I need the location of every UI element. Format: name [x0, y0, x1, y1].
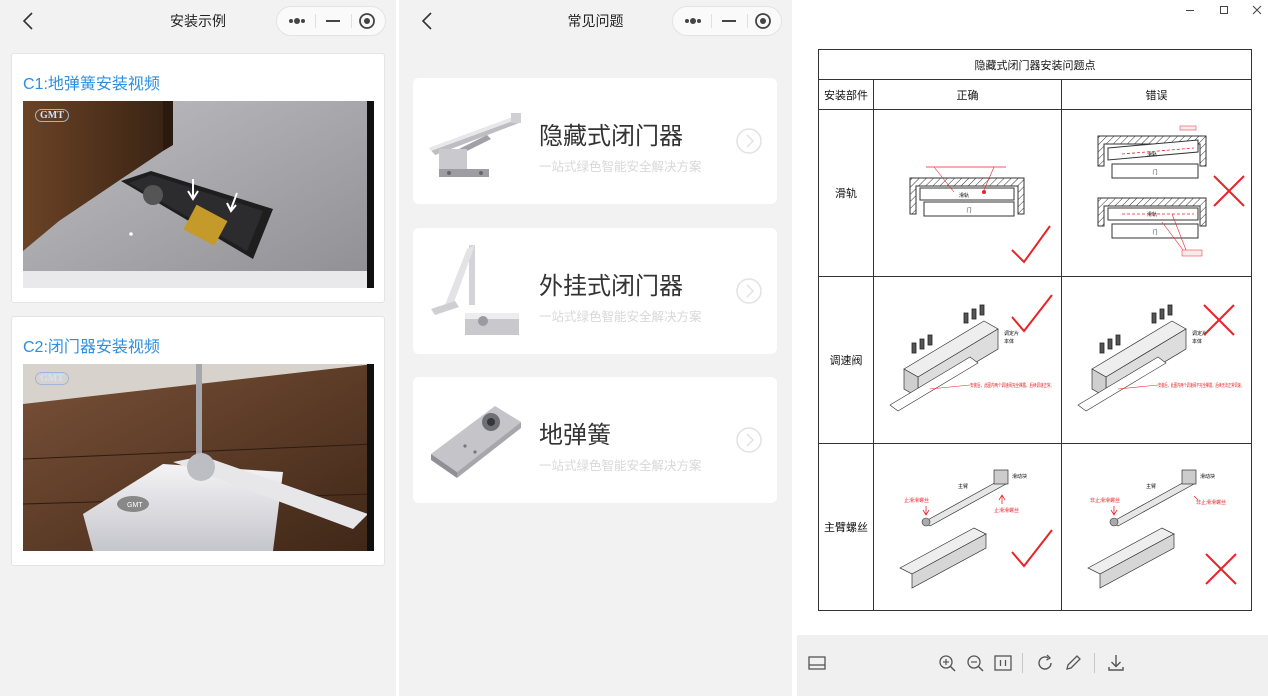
table-header-row: 安装部件 正确 错误 — [818, 79, 1252, 110]
zoom-out-icon[interactable] — [964, 652, 986, 674]
table-title: 隐藏式闭门器安装问题点 — [818, 49, 1252, 80]
arm-wrong-drawing: 主臂 滑动块 非止滑滑螺丝 非止滑滑螺丝 — [1087, 469, 1237, 589]
valve-wrong-drawing: 调定片 本体 安装后，此图内两个调速阀不完全裸露，后续无法正常调速。 — [1077, 304, 1244, 412]
minimize-icon[interactable] — [711, 7, 747, 35]
more-dots-icon[interactable] — [675, 7, 711, 35]
drawing-label: 非止滑滑螺丝 — [1196, 499, 1226, 506]
arm-correct-drawing: 主臂 滑动块 止滑滑螺丝 止滑滑螺丝 — [899, 469, 1053, 589]
table-row: 滑轨 滑轨 门 滑轨 门 滑轨 门 — [818, 109, 1252, 277]
close-target-icon[interactable] — [745, 7, 781, 35]
minimize-icon[interactable] — [315, 7, 351, 35]
product-card-concealed-closer[interactable]: 隐藏式闭门器 一站式绿色智能安全解决方案 — [413, 78, 777, 204]
close-target-icon[interactable] — [349, 7, 385, 35]
drawing-label: 滑轨 — [1147, 211, 1157, 218]
row-part-label: 滑轨 — [818, 109, 874, 277]
window-maximize-icon[interactable] — [1216, 2, 1232, 18]
drawing-label: 门 — [1152, 169, 1157, 176]
svg-text:GMT: GMT — [127, 502, 143, 509]
correct-drawing-cell: 主臂 滑动块 止滑滑螺丝 止滑滑螺丝 — [873, 443, 1062, 611]
faq-screen: 常见问题 隐藏式闭门器 一站式绿色智能安全解决方案 外挂式闭门器 一站式绿色智能… — [399, 0, 792, 696]
video-card[interactable]: C1:地弹簧安装视频 GMT — [11, 53, 385, 303]
door-closer-video-frame: GMT — [23, 364, 374, 551]
zoom-in-icon[interactable] — [936, 652, 958, 674]
video-title: C1:地弹簧安装视频 — [23, 76, 160, 93]
wrong-drawing-cell: 调定片 本体 安装后，此图内两个调速阀不完全裸露，后续无法正常调速。 — [1061, 276, 1252, 444]
pen-edit-icon[interactable] — [1062, 652, 1084, 674]
actual-size-icon[interactable] — [992, 652, 1014, 674]
video-thumbnail[interactable]: GMT GMT — [23, 364, 374, 551]
product-card-surface-closer[interactable]: 外挂式闭门器 一站式绿色智能安全解决方案 — [413, 228, 777, 354]
floor-spring-video-frame — [23, 101, 374, 288]
chevron-right-circle-icon[interactable] — [735, 127, 763, 155]
install-issues-table: 隐藏式闭门器安装问题点 安装部件 正确 错误 滑轨 滑轨 门 滑轨 门 滑轨 门… — [818, 49, 1252, 611]
surface-closer-image — [431, 245, 519, 335]
header-wrong: 错误 — [1061, 79, 1252, 110]
product-name: 外挂式闭门器 — [539, 272, 683, 300]
nav-bar: 常见问题 — [399, 0, 792, 42]
floor-spring-image — [431, 406, 521, 478]
concealed-closer-image — [429, 113, 521, 177]
header-part: 安装部件 — [818, 79, 874, 110]
window-close-icon[interactable] — [1249, 2, 1265, 18]
product-name: 隐藏式闭门器 — [539, 122, 683, 150]
document-page: 隐藏式闭门器安装问题点 安装部件 正确 错误 滑轨 滑轨 门 滑轨 门 滑轨 门… — [797, 20, 1268, 635]
table-row: 调速阀 调定片 本体 安装后，此图内两个调速阀完全裸露，后续调速正常。 — [818, 276, 1252, 444]
table-row: 主臂螺丝 主臂 滑动块 止滑滑螺丝 止滑滑螺丝 主臂 滑动块 非止滑滑螺丝 非止… — [818, 443, 1252, 611]
drawing-label: 止滑滑螺丝 — [994, 507, 1019, 514]
drawing-label: 本体 — [1192, 338, 1202, 345]
mini-program-capsule — [276, 6, 386, 36]
sidebar-toggle-icon[interactable] — [806, 652, 828, 674]
watermark-logo: GMT — [35, 372, 69, 385]
row-part-label: 主臂螺丝 — [818, 443, 874, 611]
product-name: 地弹簧 — [539, 421, 611, 449]
valve-correct-drawing: 调定片 本体 安装后，此图内两个调速阀完全裸露，后续调速正常。 — [889, 294, 1054, 412]
download-icon[interactable] — [1105, 652, 1127, 674]
video-thumbnail[interactable]: GMT — [23, 101, 374, 288]
more-dots-icon[interactable] — [279, 7, 315, 35]
video-card[interactable]: C2:闭门器安装视频 GMT GMT — [11, 316, 385, 566]
drawing-note: 安装后，此图内两个调速阀完全裸露，后续调速正常。 — [970, 382, 1054, 389]
drawing-label: 调定片 — [1004, 330, 1019, 337]
product-subtitle: 一站式绿色智能安全解决方案 — [539, 458, 702, 473]
drawing-label: 滑动块 — [1200, 473, 1215, 480]
drawing-label: 滑轨 — [959, 192, 969, 199]
header-correct: 正确 — [873, 79, 1062, 110]
drawing-label: 本体 — [1004, 338, 1014, 345]
chevron-right-circle-icon[interactable] — [735, 277, 763, 305]
viewer-toolbar — [797, 635, 1268, 696]
drawing-label: 止滑滑螺丝 — [904, 497, 929, 504]
drawing-label: 主臂 — [958, 483, 968, 490]
table-title-row: 隐藏式闭门器安装问题点 — [818, 49, 1252, 80]
window-minimize-icon[interactable] — [1182, 2, 1198, 18]
wrong-drawing-cell: 滑轨 门 滑轨 门 — [1061, 109, 1252, 277]
window-titlebar — [797, 0, 1268, 20]
drawing-note: 安装后，此图内两个调速阀不完全裸露，后续无法正常调速。 — [1158, 382, 1244, 389]
slide-correct-drawing: 滑轨 门 — [909, 166, 1051, 264]
wrong-drawing-cell: 主臂 滑动块 非止滑滑螺丝 非止滑滑螺丝 — [1061, 443, 1252, 611]
correct-drawing-cell: 调定片 本体 安装后，此图内两个调速阀完全裸露，后续调速正常。 — [873, 276, 1062, 444]
watermark-logo: GMT — [35, 109, 69, 122]
product-card-floor-spring[interactable]: 地弹簧 一站式绿色智能安全解决方案 — [413, 377, 777, 503]
product-subtitle: 一站式绿色智能安全解决方案 — [539, 159, 702, 174]
slide-wrong-drawing: 滑轨 门 滑轨 门 — [1097, 125, 1245, 257]
drawing-label: 主臂 — [1146, 483, 1156, 490]
drawing-label: 门 — [1152, 229, 1157, 236]
chevron-right-circle-icon[interactable] — [735, 426, 763, 454]
drawing-label: 非止滑滑螺丝 — [1090, 497, 1120, 504]
document-viewer-window: 隐藏式闭门器安装问题点 安装部件 正确 错误 滑轨 滑轨 门 滑轨 门 滑轨 门… — [797, 0, 1268, 696]
nav-bar: 安装示例 — [0, 0, 396, 42]
product-subtitle: 一站式绿色智能安全解决方案 — [539, 309, 702, 324]
mini-program-capsule — [672, 6, 782, 36]
correct-drawing-cell: 滑轨 门 — [873, 109, 1062, 277]
drawing-label: 门 — [966, 207, 971, 214]
row-part-label: 调速阀 — [818, 276, 874, 444]
install-examples-screen: 安装示例 C1:地弹簧安装视频 GMT C2:闭门器安装视频 GMT GMT — [0, 0, 396, 696]
video-title: C2:闭门器安装视频 — [23, 339, 160, 356]
drawing-label: 滑动块 — [1012, 473, 1027, 480]
rotate-icon[interactable] — [1034, 652, 1056, 674]
